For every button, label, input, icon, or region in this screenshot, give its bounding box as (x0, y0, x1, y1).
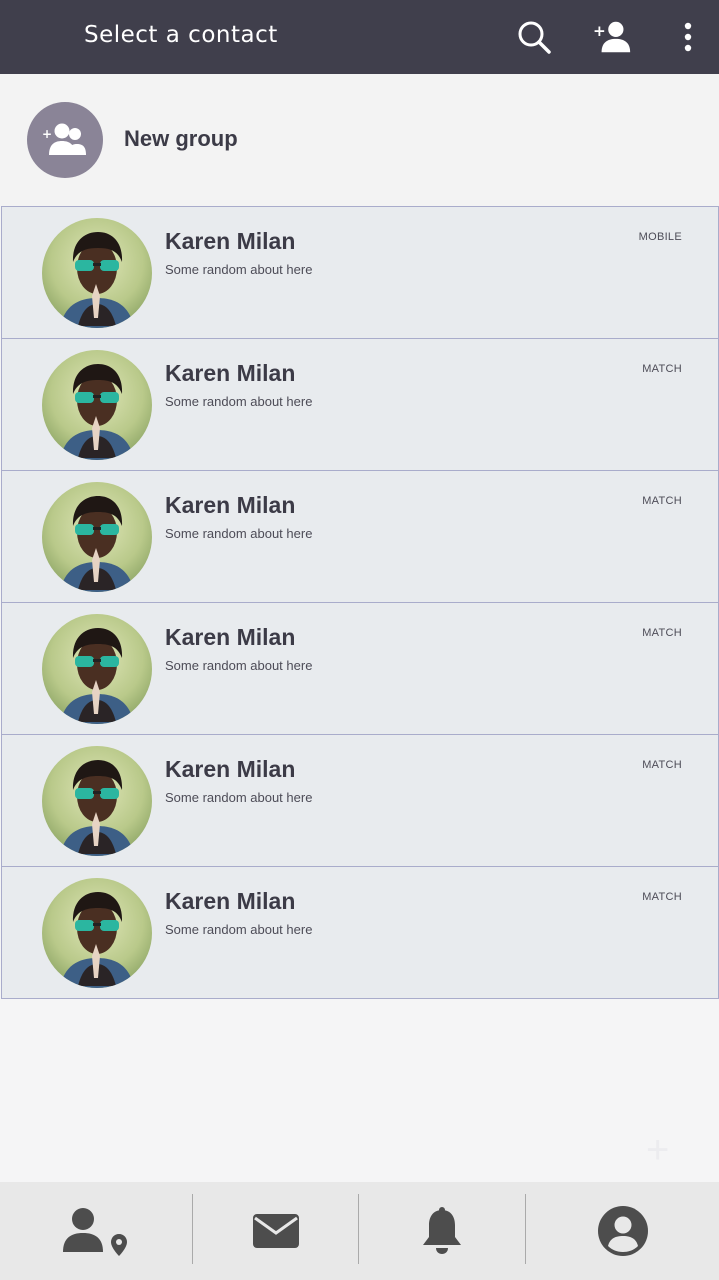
svg-text:+: + (593, 22, 606, 40)
contact-row[interactable]: Karen Milan Some random about here MATCH (1, 338, 719, 471)
contact-about: Some random about here (165, 394, 313, 409)
contact-about: Some random about here (165, 658, 313, 673)
contact-name: Karen Milan (165, 756, 296, 782)
contact-row[interactable]: Karen Milan Some random about here MATCH (1, 470, 719, 603)
contact-type-label: MATCH (642, 891, 682, 903)
app-bar: Select a contact + (0, 0, 719, 74)
contact-type-label: MATCH (642, 495, 682, 507)
contact-type-label: MOBILE (638, 231, 682, 243)
bottom-nav (0, 1182, 719, 1280)
add-contact-icon[interactable]: + (593, 17, 633, 57)
more-vert-icon[interactable] (668, 17, 708, 57)
profile-icon[interactable] (526, 1182, 719, 1280)
avatar (42, 878, 152, 988)
search-icon[interactable] (514, 17, 554, 57)
messages-icon[interactable] (193, 1182, 358, 1280)
avatar (42, 350, 152, 460)
avatar (42, 482, 152, 592)
contact-type-label: MATCH (642, 627, 682, 639)
contact-row[interactable]: Karen Milan Some random about here MATCH (1, 734, 719, 867)
contact-name: Karen Milan (165, 888, 296, 914)
nearby-people-icon[interactable] (0, 1182, 192, 1280)
contact-type-label: MATCH (642, 759, 682, 771)
contact-list: Karen Milan Some random about here MOBIL… (1, 206, 719, 999)
add-fab-icon[interactable]: + (646, 1130, 669, 1170)
contact-about: Some random about here (165, 262, 313, 277)
contact-about: Some random about here (165, 526, 313, 541)
contact-about: Some random about here (165, 922, 313, 937)
avatar (42, 746, 152, 856)
new-group-label: New group (124, 126, 238, 151)
add-group-icon: + (27, 102, 103, 178)
contact-row[interactable]: Karen Milan Some random about here MATCH (1, 866, 719, 999)
avatar (42, 614, 152, 724)
contact-name: Karen Milan (165, 492, 296, 518)
contact-name: Karen Milan (165, 228, 296, 254)
page-title: Select a contact (84, 22, 278, 48)
notifications-icon[interactable] (359, 1182, 525, 1280)
contact-type-label: MATCH (642, 363, 682, 375)
avatar (42, 218, 152, 328)
contact-name: Karen Milan (165, 624, 296, 650)
contact-name: Karen Milan (165, 360, 296, 386)
contact-row[interactable]: Karen Milan Some random about here MOBIL… (1, 206, 719, 339)
contact-about: Some random about here (165, 790, 313, 805)
contact-row[interactable]: Karen Milan Some random about here MATCH (1, 602, 719, 735)
new-group-row[interactable]: + New group (0, 74, 719, 207)
svg-text:+: + (42, 127, 52, 141)
